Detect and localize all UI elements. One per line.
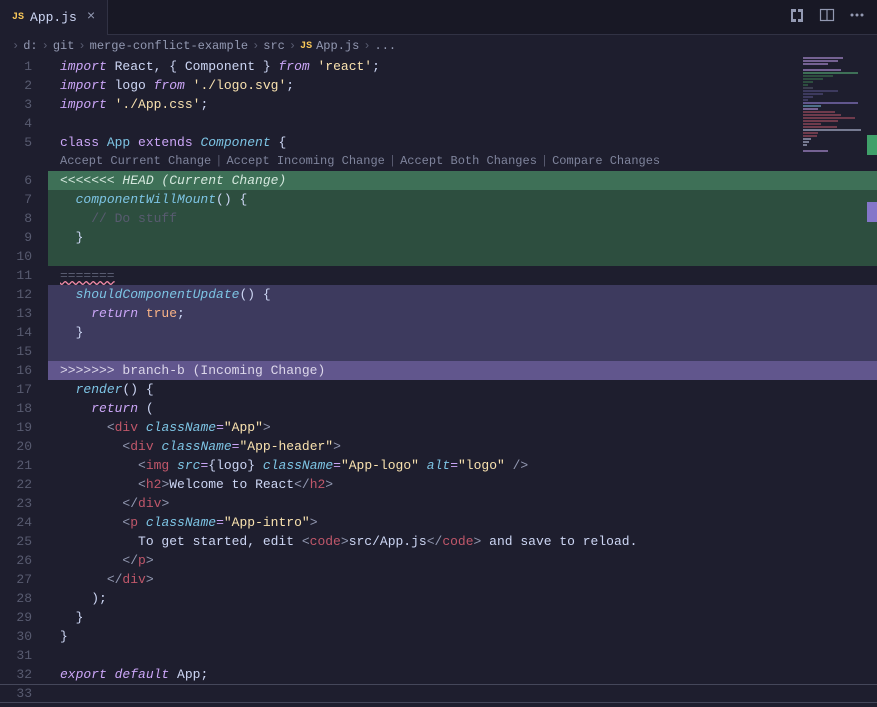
chevron-right-icon: › xyxy=(42,39,49,53)
editor-body: 1 2 3 4 5 6 7 8 9 10 11 12 13 14 15 16 1… xyxy=(0,57,877,707)
ruler-mark-current xyxy=(867,135,877,155)
tab-actions xyxy=(789,7,877,27)
accept-current-change-link[interactable]: Accept Current Change xyxy=(60,152,211,171)
breadcrumb-item[interactable]: src xyxy=(263,39,285,53)
tab-title: App.js xyxy=(30,10,77,25)
accept-incoming-change-link[interactable]: Accept Incoming Change xyxy=(226,152,384,171)
breadcrumbs[interactable]: › d: › git › merge-conflict-example › sr… xyxy=(0,35,877,57)
more-actions-icon[interactable] xyxy=(849,7,865,27)
chevron-right-icon: › xyxy=(12,39,19,53)
js-file-icon: JS xyxy=(300,41,312,52)
compare-changes-icon[interactable] xyxy=(789,7,805,27)
breadcrumb-item[interactable]: git xyxy=(53,39,75,53)
breadcrumb-file[interactable]: App.js xyxy=(316,39,359,53)
tab-app-js[interactable]: JS App.js × xyxy=(0,0,108,35)
line-number-gutter: 1 2 3 4 5 6 7 8 9 10 11 12 13 14 15 16 1… xyxy=(0,57,48,707)
merge-conflict-codelens: Accept Current Change| Accept Incoming C… xyxy=(48,152,877,171)
minimap[interactable] xyxy=(803,57,863,707)
compare-changes-link[interactable]: Compare Changes xyxy=(552,152,660,171)
overview-ruler[interactable] xyxy=(863,57,877,707)
breadcrumb-item[interactable]: merge-conflict-example xyxy=(90,39,248,53)
chevron-right-icon: › xyxy=(289,39,296,53)
split-editor-icon[interactable] xyxy=(819,7,835,27)
conflict-incoming-marker: >>>>>>> branch-b (Incoming Change) xyxy=(48,361,877,380)
conflict-head-marker: <<<<<<< HEAD (Current Change) xyxy=(48,171,877,190)
code-editor[interactable]: import React, { Component } from 'react'… xyxy=(48,57,877,707)
close-icon[interactable]: × xyxy=(87,9,95,25)
breadcrumb-item[interactable]: d: xyxy=(23,39,37,53)
chevron-right-icon: › xyxy=(252,39,259,53)
tabs-bar: JS App.js × xyxy=(0,0,877,35)
breadcrumb-ellipsis[interactable]: ... xyxy=(375,39,397,53)
js-file-icon: JS xyxy=(12,12,24,23)
chevron-right-icon: › xyxy=(78,39,85,53)
ruler-mark-incoming xyxy=(867,202,877,222)
accept-both-changes-link[interactable]: Accept Both Changes xyxy=(400,152,537,171)
chevron-right-icon: › xyxy=(363,39,370,53)
